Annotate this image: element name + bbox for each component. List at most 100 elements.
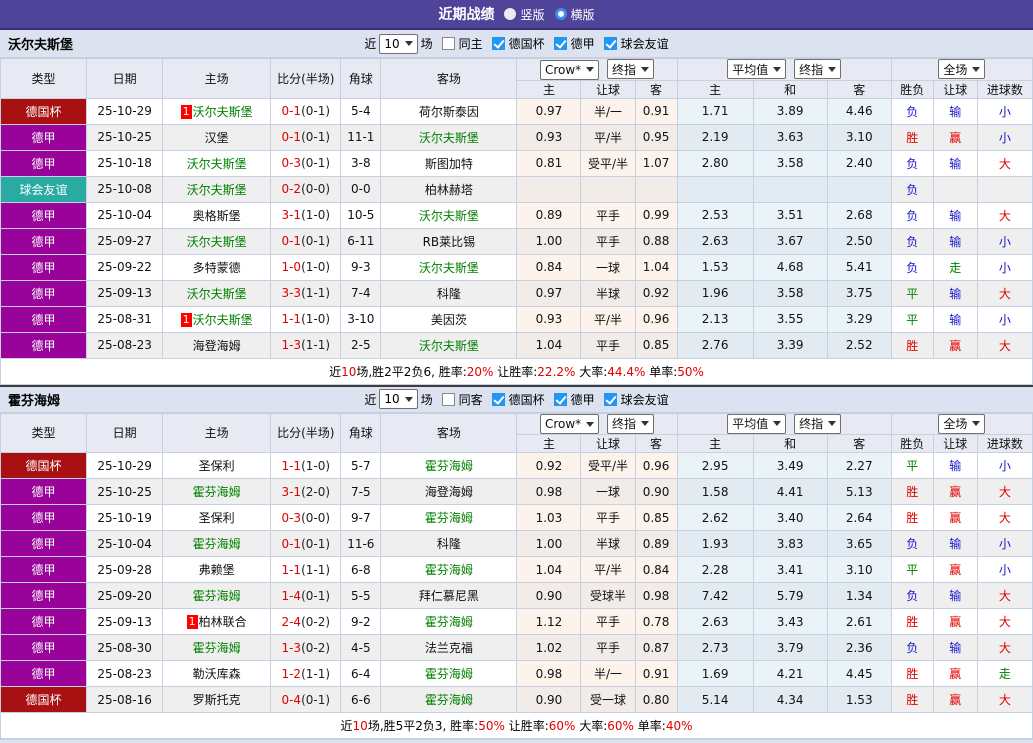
away-team-name: 霍芬海姆 [425, 459, 473, 473]
filters: 近 10 场 同主 德国杯 德甲 球会友谊 [364, 34, 668, 54]
fulltime-select[interactable]: 全场 [938, 414, 985, 434]
match-count-select[interactable]: 10 [379, 389, 417, 409]
sub-col-home-odds: 主 [517, 80, 581, 98]
league-checkbox-cup[interactable] [492, 393, 505, 406]
result-handicap: 走 [933, 254, 977, 280]
average-select[interactable]: 平均值 [727, 59, 786, 79]
away-team-cell: 科隆 [381, 280, 517, 306]
odds-lose: 1.34 [827, 583, 891, 609]
handicap-home-odds: 0.89 [517, 202, 581, 228]
sub-col-handicap: 让球 [581, 435, 635, 453]
date-cell: 25-10-25 [87, 124, 163, 150]
layout-radio-vertical[interactable]: 竖版 [504, 6, 544, 23]
away-team-name: 美因茨 [431, 313, 467, 327]
away-team-cell: 沃尔夫斯堡 [381, 124, 517, 150]
chevron-down-icon [828, 67, 836, 72]
result-wdl: 负 [891, 583, 933, 609]
league-label-cup: 德国杯 [509, 35, 545, 52]
score-cell: 3-1(2-0) [271, 479, 341, 505]
page-title: 近期战绩 [438, 4, 494, 24]
odds-stage-select-2[interactable]: 终指 [794, 59, 841, 79]
average-select[interactable]: 平均值 [727, 414, 786, 434]
result-goals: 走 [977, 661, 1032, 687]
corner-cell: 6-4 [341, 661, 381, 687]
fulltime-score: 3-3 [281, 286, 301, 300]
europe-odds-group: 平均值 终指 [677, 413, 891, 435]
competition-cell: 德国杯 [1, 687, 87, 713]
halftime-score: (0-0) [301, 182, 330, 196]
odds-stage-value-2: 终指 [799, 415, 823, 432]
layout-radio-horizontal[interactable]: 横版 [555, 6, 595, 23]
handicap-home-odds: 0.84 [517, 254, 581, 280]
away-team-name: 沃尔夫斯堡 [419, 339, 479, 353]
bookmaker-select[interactable]: Crow* [540, 60, 599, 80]
odds-win: 2.28 [677, 557, 753, 583]
league-checkbox-friendly[interactable] [604, 37, 617, 50]
fulltime-score: 1-3 [281, 641, 301, 655]
competition-cell: 德甲 [1, 505, 87, 531]
date-cell: 25-10-04 [87, 531, 163, 557]
result-handicap: 输 [933, 228, 977, 254]
section-filter-row: 霍芬海姆 近 10 场 同客 德国杯 德甲 球会友谊 [0, 385, 1033, 413]
away-team-cell: 科隆 [381, 531, 517, 557]
away-team-name: 霍芬海姆 [425, 511, 473, 525]
result-handicap: 赢 [933, 661, 977, 687]
sub-col-wdl: 胜负 [891, 435, 933, 453]
odds-draw: 3.39 [753, 332, 827, 358]
odds-draw: 4.41 [753, 479, 827, 505]
competition-cell: 德甲 [1, 306, 87, 332]
title-bar: 近期战绩 竖版 横版 [0, 0, 1033, 30]
score-cell: 1-0(1-0) [271, 254, 341, 280]
match-row: 德甲 25-10-25 霍芬海姆 3-1(2-0) 7-5 海登海姆 0.98 … [1, 479, 1033, 505]
bookmaker-select[interactable]: Crow* [540, 414, 599, 434]
corner-cell: 6-11 [341, 228, 381, 254]
match-row: 德甲 25-08-30 霍芬海姆 1-3(0-2) 4-5 法兰克福 1.02 … [1, 635, 1033, 661]
handicap-home-odds: 1.00 [517, 228, 581, 254]
match-row: 德甲 25-09-13 沃尔夫斯堡 3-3(1-1) 7-4 科隆 0.97 半… [1, 280, 1033, 306]
odds-draw: 4.68 [753, 254, 827, 280]
halftime-score: (0-1) [301, 234, 330, 248]
same-away-checkbox[interactable] [442, 393, 455, 406]
match-count-value: 10 [384, 37, 399, 51]
score-cell: 1-1(1-1) [271, 557, 341, 583]
result-wdl: 胜 [891, 687, 933, 713]
home-team-name: 圣保利 [199, 459, 235, 473]
league-checkbox-bundesliga[interactable] [554, 37, 567, 50]
sub-col-draw: 和 [753, 435, 827, 453]
same-away-label: 同客 [459, 391, 483, 408]
home-team-name: 多特蒙德 [193, 261, 241, 275]
halftime-score: (0-1) [301, 130, 330, 144]
league-checkbox-bundesliga[interactable] [554, 393, 567, 406]
league-checkbox-friendly[interactable] [604, 393, 617, 406]
handicap-home-odds: 0.97 [517, 280, 581, 306]
result-goals: 小 [977, 228, 1032, 254]
rank-badge: 1 [181, 105, 192, 119]
league-checkbox-cup[interactable] [492, 37, 505, 50]
sub-col-win: 主 [677, 435, 753, 453]
handicap-away-odds: 0.91 [635, 98, 677, 124]
odds-lose: 3.29 [827, 306, 891, 332]
result-goals: 小 [977, 557, 1032, 583]
sub-col-handicap-result: 让球 [933, 435, 977, 453]
odds-stage-select-1[interactable]: 终指 [607, 59, 654, 79]
fulltime-select[interactable]: 全场 [938, 59, 985, 79]
home-team-cell: 勒沃库森 [163, 661, 271, 687]
odds-stage-value-1: 终指 [612, 415, 636, 432]
home-team-name: 沃尔夫斯堡 [187, 287, 247, 301]
odds-stage-select-2[interactable]: 终指 [794, 414, 841, 434]
handicap-away-odds: 0.89 [635, 531, 677, 557]
odds-stage-select-1[interactable]: 终指 [607, 414, 654, 434]
corner-cell: 7-4 [341, 280, 381, 306]
radio-selected-icon[interactable] [555, 8, 567, 20]
sub-col-away-odds: 客 [635, 80, 677, 98]
match-row: 德甲 25-09-28 弗赖堡 1-1(1-1) 6-8 霍芬海姆 1.04 平… [1, 557, 1033, 583]
radio-unselected-icon[interactable] [504, 8, 516, 20]
same-home-checkbox[interactable] [442, 37, 455, 50]
odds-win: 1.96 [677, 280, 753, 306]
corner-cell: 11-1 [341, 124, 381, 150]
odds-draw: 3.40 [753, 505, 827, 531]
score-cell: 0-1(0-1) [271, 531, 341, 557]
col-date: 日期 [87, 413, 163, 453]
away-team-cell: 斯图加特 [381, 150, 517, 176]
match-count-select[interactable]: 10 [379, 34, 417, 54]
